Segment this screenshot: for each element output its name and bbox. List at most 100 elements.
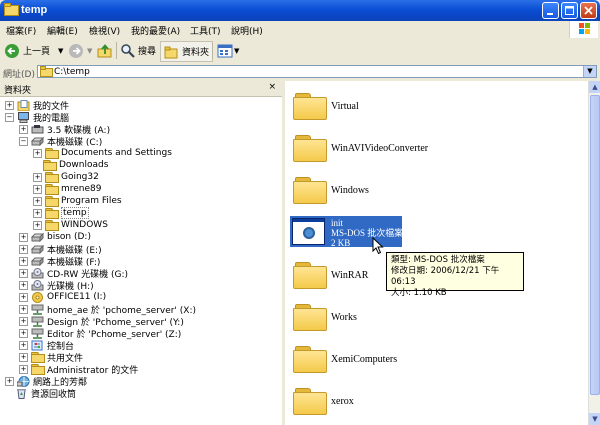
tree-item-documents-and-settings[interactable]: + Documents and Settings <box>33 147 172 159</box>
expand-icon[interactable]: + <box>19 340 28 350</box>
views-dropdown-icon[interactable]: ▼ <box>234 47 239 55</box>
expand-icon[interactable]: + <box>19 328 28 338</box>
address-bar: 網址(D) C:\temp ▼ <box>0 63 600 82</box>
tree-item-my-documents[interactable]: + 我的文件 <box>5 99 69 112</box>
expand-icon[interactable]: + <box>19 268 28 278</box>
tree-item-downloads[interactable]: Downloads <box>43 159 108 171</box>
file-item-winavivideoconverter[interactable]: WinAVIVideoConverter <box>331 143 428 154</box>
tree-item-shared-documents[interactable]: + 共用文件 <box>19 351 83 364</box>
tree-item-drive-h[interactable]: + 光碟機 (H:) <box>19 279 94 292</box>
expand-icon[interactable]: + <box>5 100 14 110</box>
views-button[interactable]: ▼ <box>217 41 239 60</box>
tooltip-modified: 修改日期: 2006/12/21 下午 06:13 <box>391 266 500 287</box>
views-icon <box>217 44 233 57</box>
expand-icon[interactable]: + <box>19 244 28 254</box>
collapse-icon[interactable]: − <box>5 112 14 122</box>
tree-item-drive-f[interactable]: + 本機磁碟 (F:) <box>19 255 100 268</box>
up-folder-button[interactable] <box>97 41 113 60</box>
expand-icon[interactable]: + <box>19 316 28 326</box>
address-label: 網址(D) <box>3 70 35 80</box>
file-item-windows[interactable]: Windows <box>331 185 369 196</box>
network-drive-icon <box>31 328 44 339</box>
scrollbar-thumb[interactable] <box>590 95 600 395</box>
menu-view[interactable]: 檢視(V) <box>89 24 120 37</box>
expand-icon[interactable]: + <box>33 172 42 182</box>
expand-icon[interactable]: + <box>19 364 28 374</box>
file-item-xerox[interactable]: xerox <box>331 396 354 407</box>
folder-icon[interactable] <box>293 346 327 373</box>
vertical-scrollbar[interactable]: ▲ ▼ <box>588 81 600 425</box>
expand-icon[interactable]: + <box>19 232 28 242</box>
tree-item-administrator-documents[interactable]: + Administrator 的文件 <box>19 363 138 376</box>
folder-icon[interactable] <box>293 262 327 289</box>
file-item-virtual[interactable]: Virtual <box>331 101 359 112</box>
menu-file[interactable]: 檔案(F) <box>6 24 36 37</box>
expand-icon[interactable]: + <box>19 280 28 290</box>
expand-icon[interactable]: + <box>19 292 28 302</box>
folder-icon[interactable] <box>293 135 327 162</box>
tree-item-network-places[interactable]: + 網路上的芳鄰 <box>5 375 87 388</box>
tree-item-temp[interactable]: + temp <box>33 207 89 219</box>
folder-icon[interactable] <box>293 388 327 415</box>
tree-item-drive-y[interactable]: + Design 於 'Pchome_server' (Y:) <box>19 315 184 328</box>
expand-icon[interactable]: + <box>19 304 28 314</box>
tree-label: mrene89 <box>61 184 102 194</box>
minimize-button[interactable] <box>542 2 559 19</box>
menu-tools[interactable]: 工具(T) <box>190 24 221 37</box>
tree-item-drive-i[interactable]: + OFFICE11 (I:) <box>19 291 106 303</box>
tree-item-program-files[interactable]: + Program Files <box>33 195 122 207</box>
folder-icon[interactable] <box>293 177 327 204</box>
tree-item-drive-d[interactable]: + bison (D:) <box>19 231 91 243</box>
search-button[interactable]: 搜尋 <box>120 41 156 60</box>
forward-button[interactable]: ▼ <box>68 41 92 60</box>
file-item-xemicomputers[interactable]: XemiComputers <box>331 354 397 365</box>
cd-drive-icon <box>31 267 44 278</box>
tree-item-recycle-bin[interactable]: 資源回收筒 <box>15 387 77 400</box>
tree-item-windows[interactable]: + WINDOWS <box>33 219 108 231</box>
expand-icon[interactable]: + <box>33 208 42 218</box>
menu-edit[interactable]: 編輯(E) <box>47 24 78 37</box>
expand-icon[interactable]: + <box>19 352 28 362</box>
expand-icon[interactable]: + <box>5 376 14 386</box>
tree-item-control-panel[interactable]: + 控制台 <box>19 339 74 352</box>
folder-icon[interactable] <box>293 304 327 331</box>
folders-button[interactable]: 資料夾 <box>160 41 214 62</box>
tooltip-size: 大小: 1.10 KB <box>391 288 447 298</box>
close-pane-icon[interactable]: × <box>268 82 276 92</box>
file-item-works[interactable]: Works <box>331 312 357 323</box>
back-dropdown-icon[interactable]: ▼ <box>58 47 63 55</box>
folder-icon[interactable] <box>293 93 327 120</box>
tree-item-drive-z[interactable]: + Editor 於 'Pchome_server' (Z:) <box>19 327 181 340</box>
back-button[interactable]: 上一頁 ▼ <box>4 41 63 60</box>
address-dropdown-icon[interactable]: ▼ <box>583 66 596 77</box>
batch-file-icon[interactable] <box>292 218 325 245</box>
tree-item-drive-c[interactable]: − 本機磁碟 (C:) <box>19 135 102 148</box>
expand-icon[interactable]: + <box>19 124 28 134</box>
expand-icon[interactable]: + <box>33 196 42 206</box>
collapse-icon[interactable]: − <box>19 136 28 146</box>
tree-label: 資源回收筒 <box>31 389 77 400</box>
expand-icon[interactable]: + <box>33 148 42 158</box>
expand-icon[interactable]: + <box>33 220 42 230</box>
scroll-up-icon[interactable]: ▲ <box>589 81 600 93</box>
selected-file-label[interactable]: init MS-DOS 批次檔案 2 KB <box>331 218 403 248</box>
tree-item-drive-e[interactable]: + 本機磁碟 (E:) <box>19 243 102 256</box>
address-field[interactable]: C:\temp ▼ <box>37 65 597 78</box>
tree-item-drive-a[interactable]: + 3.5 軟碟機 (A:) <box>19 123 110 136</box>
tree-item-mrene89[interactable]: + mrene89 <box>33 183 102 195</box>
tree-item-my-computer[interactable]: − 我的電腦 <box>5 111 69 124</box>
menu-help[interactable]: 說明(H) <box>231 24 263 37</box>
tree-item-going32[interactable]: + Going32 <box>33 171 99 183</box>
tree-item-drive-x[interactable]: + home_ae 於 'pchome_server' (X:) <box>19 303 196 316</box>
menu-favorites[interactable]: 我的最愛(A) <box>131 24 180 37</box>
close-button[interactable] <box>580 2 597 19</box>
expand-icon[interactable]: + <box>19 256 28 266</box>
title-bar[interactable]: temp <box>0 0 600 21</box>
maximize-button[interactable] <box>561 2 578 19</box>
tree-item-drive-g[interactable]: + CD-RW 光碟機 (G:) <box>19 267 128 280</box>
file-item-winrar[interactable]: WinRAR <box>331 270 368 281</box>
folder-icon <box>43 160 57 171</box>
expand-icon[interactable]: + <box>33 184 42 194</box>
forward-dropdown-icon[interactable]: ▼ <box>87 47 92 55</box>
scroll-down-icon[interactable]: ▼ <box>589 413 600 425</box>
